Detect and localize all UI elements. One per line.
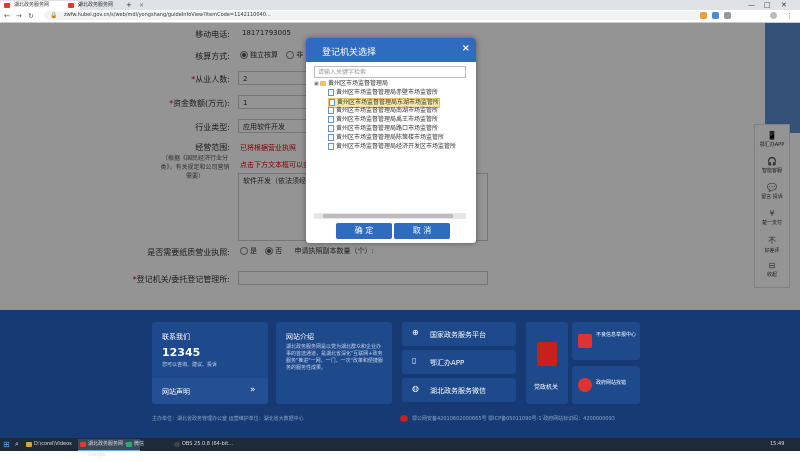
tab-title: 湖北政务服务网 [14, 2, 50, 8]
contact-title: 联系我们 [162, 333, 190, 341]
emblem-icon [537, 342, 557, 366]
forward-icon[interactable]: → [16, 11, 22, 21]
tree-node[interactable]: 黄州区市场监督管理局经济开发区市场监管所 [328, 143, 456, 151]
keyword-search-input[interactable]: 请输入关键字检索 [314, 66, 466, 78]
tree-node[interactable]: 黄州区市场监督管理局禹王市场监管所 [328, 116, 438, 124]
scrollbar-thumb[interactable] [323, 214, 453, 218]
icp-text: 鄂公网安备42010602000665号 鄂ICP备05011090号-1 政府… [412, 416, 615, 422]
tree-root-node[interactable]: ▣ 黄州区市场监督管理局 [314, 80, 388, 88]
document-icon [328, 134, 334, 141]
taskbar-explorer[interactable]: D:\corel\Videos [24, 439, 84, 450]
cancel-button[interactable]: 取 消 [394, 223, 450, 239]
report-icon [578, 334, 592, 348]
document-icon [328, 125, 334, 132]
address-bar-row: ← → ↻ 🔒 zwfw.hubei.gov.cn/s/web/mdl/yong… [0, 10, 800, 23]
browser-tab-bar: 湖北政务服务网 × 湖北政务服务网 × + — □ ✕ [0, 0, 800, 10]
confirm-button[interactable]: 确 定 [336, 223, 392, 239]
hotline-number: 12345 [162, 346, 201, 359]
url-text: zwfw.hubei.gov.cn/s/web/mdl/yongshang/gu… [64, 12, 271, 18]
site-favicon-icon [4, 3, 10, 8]
intro-title: 网站介绍 [286, 333, 314, 341]
registrar-select-dialog: 登记机关选择 × 请输入关键字检索 ▣ 黄州区市场监督管理局 黄州区市场监督管理局… [306, 38, 476, 243]
folder-icon [26, 442, 32, 447]
wechat-icon: ◍ [412, 384, 419, 393]
tab-title: 湖北政务服务网 [78, 2, 114, 8]
tree-node[interactable]: 黄州区市场监督管理局路口市场监管所 [328, 125, 438, 133]
statement-label: 网站声明 [162, 388, 190, 396]
gov-platform-icon: ⊕ [412, 328, 419, 337]
phone-icon: ▯ [412, 356, 417, 365]
browser-icon [80, 442, 86, 447]
horizontal-scrollbar[interactable] [314, 213, 466, 219]
menu-dots-icon[interactable]: ⋮ [786, 11, 793, 21]
party-gov-badge[interactable]: 党政机关 [526, 322, 568, 404]
double-chevron-icon: » [250, 385, 256, 395]
profile-avatar[interactable] [770, 12, 777, 19]
tree-node[interactable]: 黄州区市场监督管理局南湖市场监管所 [328, 107, 438, 115]
dialog-header: 登记机关选择 × [306, 38, 476, 62]
report-center-badge[interactable]: 不良信息举报中心 [572, 322, 640, 360]
maximize-button[interactable]: □ [764, 0, 771, 10]
error-report-icon [578, 378, 592, 392]
wechat-link[interactable]: ◍ 湖北政务服务微信 [402, 378, 516, 402]
tree-node[interactable]: 黄州区市场监督管理局赤壁市场监管所 [328, 89, 438, 97]
search-icon[interactable]: ⌕ [15, 440, 19, 449]
extension-icon[interactable] [724, 12, 731, 19]
folder-icon [320, 81, 326, 86]
site-favicon-icon [68, 3, 74, 8]
intro-text: 湖北政务服务网是以党为湖北群众和企业办事的首选通道，是湖北省深化"互联网+政务服… [286, 344, 383, 371]
tree-node[interactable]: 黄州区市场监督管理局陈策楼市场监管所 [328, 134, 444, 142]
close-window-button[interactable]: ✕ [781, 0, 787, 10]
minimize-button[interactable]: — [748, 0, 755, 10]
extension-icon[interactable] [712, 12, 719, 19]
site-footer: 联系我们 12345 您可以咨询、建议、投诉 网站声明 » 网站介绍 湖北政务服… [0, 310, 800, 438]
taskbar-obs[interactable]: OBS 25.0.8 (64-bit... [172, 439, 242, 450]
lock-icon: 🔒 [50, 12, 58, 19]
police-emblem-icon [400, 415, 408, 422]
document-icon [328, 89, 334, 96]
wechat-icon [126, 442, 132, 447]
url-field[interactable]: 🔒 zwfw.hubei.gov.cn/s/web/mdl/yongshang/… [44, 11, 704, 20]
tab-close-icon[interactable]: × [139, 1, 144, 10]
statement-link[interactable]: 网站声明 » [152, 378, 268, 404]
close-icon[interactable]: × [462, 43, 470, 54]
back-icon[interactable]: ← [4, 11, 10, 21]
intro-card: 网站介绍 湖北政务服务网是以党为湖北群众和企业办事的首选通道，是湖北省深化"互联… [276, 322, 392, 404]
taskbar-wechat[interactable]: 微信 [124, 439, 178, 450]
document-icon [329, 99, 335, 106]
windows-taskbar: ⊞ ⌕ D:\corel\Videos 湖北政务服务网 - Google... … [0, 438, 800, 458]
organizer-text: 主办单位：湖北省政务管理办公室 运营维护单位：湖北省大数据中心 [152, 416, 304, 422]
contact-desc: 您可以咨询、建议、投诉 [162, 362, 218, 368]
expand-toggle-icon[interactable]: ▣ [314, 80, 319, 88]
document-icon [328, 143, 334, 150]
clock[interactable]: 15:49 [770, 439, 784, 450]
contact-card: 联系我们 12345 您可以咨询、建议、投诉 网站声明 » [152, 322, 268, 404]
document-icon [328, 107, 334, 114]
new-tab-button[interactable]: + [126, 0, 132, 10]
extension-icon[interactable] [700, 12, 707, 19]
reload-icon[interactable]: ↻ [28, 11, 34, 21]
app-link[interactable]: ▯ 鄂汇办APP [402, 350, 516, 374]
obs-icon [174, 442, 180, 447]
dialog-title: 登记机关选择 [322, 48, 377, 58]
start-icon[interactable]: ⊞ [3, 440, 10, 449]
gov-platform-link[interactable]: ⊕ 国家政务服务平台 [402, 322, 516, 346]
gov-site-error-badge[interactable]: 政府网站找错 [572, 366, 640, 404]
document-icon [328, 116, 334, 123]
